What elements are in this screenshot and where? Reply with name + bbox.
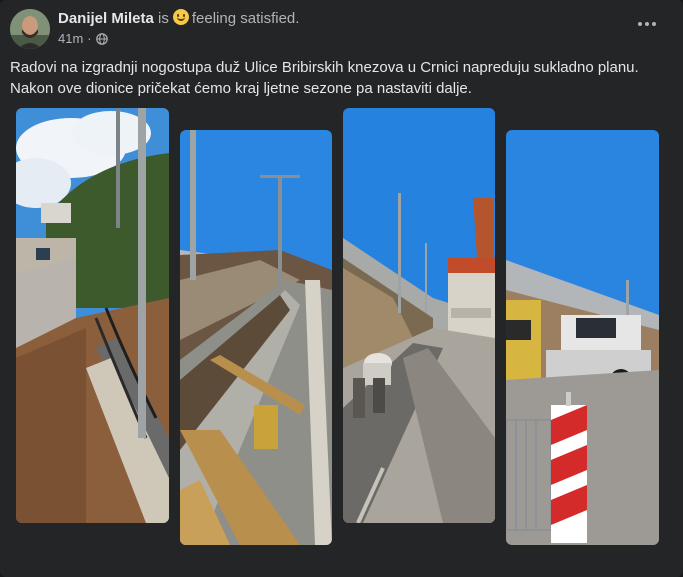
construction-photo-3[interactable]	[343, 108, 495, 523]
meta-separator: ·	[87, 31, 92, 46]
post-timestamp[interactable]: 41m	[58, 31, 83, 46]
is-text: is	[158, 10, 169, 27]
feeling-text: feeling satisfied.	[191, 10, 300, 27]
construction-photo-4[interactable]	[506, 130, 659, 545]
construction-photo-2[interactable]	[180, 130, 332, 545]
avatar[interactable]	[10, 9, 50, 49]
post-text-line: Nakon ove dionice pričekat ćemo kraj lje…	[10, 80, 472, 97]
more-horizontal-icon[interactable]	[631, 12, 663, 36]
post-text-line: Radovi na izgradnji nogostupa duž Ulice …	[10, 59, 639, 76]
globe-icon	[95, 32, 108, 45]
slightly-smiling-face-icon	[172, 9, 189, 25]
post-card: Danijel Mileta is feeling satisfied. 41m …	[0, 0, 683, 577]
post-header-line: Danijel Mileta is feeling satisfied.	[58, 9, 299, 27]
post-text: Radovi na izgradnji nogostupa duž Ulice …	[10, 57, 670, 99]
construction-photo-1[interactable]	[16, 108, 169, 523]
post-meta: 41m ·	[58, 31, 108, 46]
author-name[interactable]: Danijel Mileta	[58, 10, 154, 27]
